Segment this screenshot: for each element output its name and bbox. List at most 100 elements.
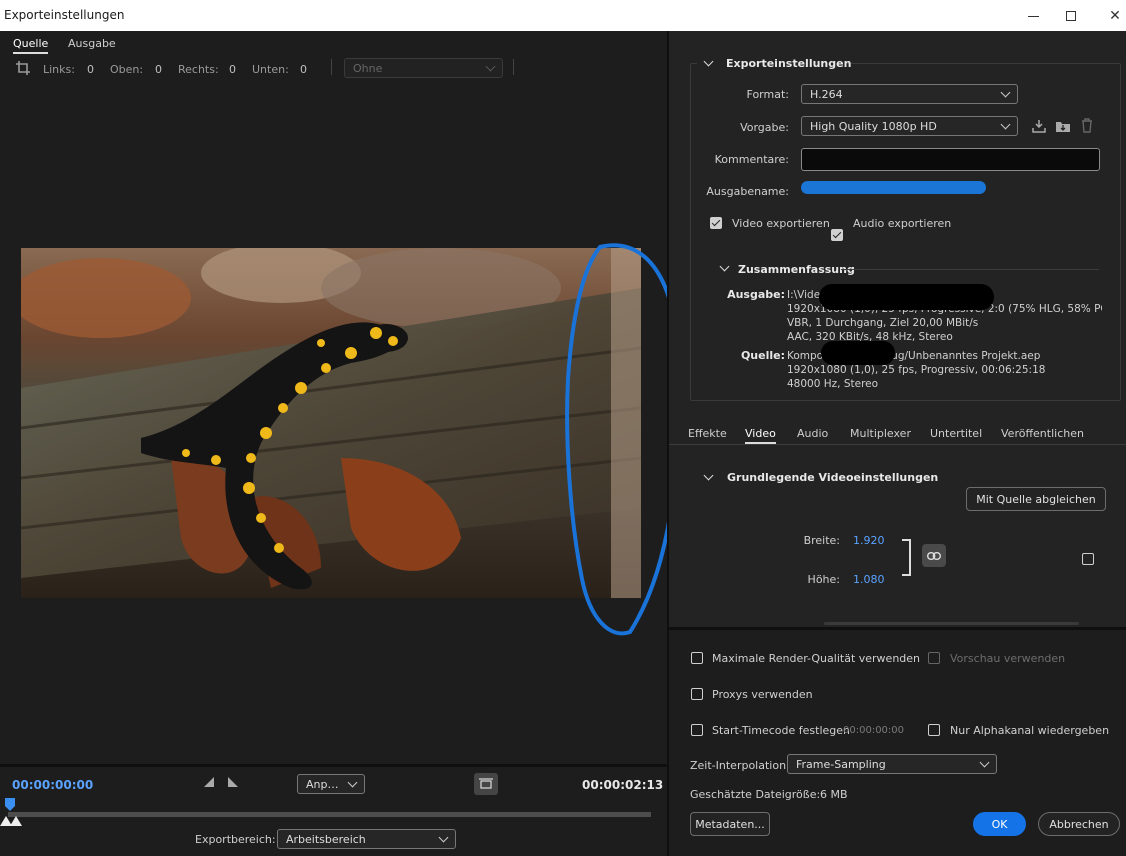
title-bar: Exporteinstellungen ✕ bbox=[0, 0, 1126, 31]
save-preset-icon[interactable] bbox=[1032, 119, 1046, 133]
tab-untertitel[interactable]: Untertitel bbox=[930, 427, 982, 440]
export-settings-header: Exporteinstellungen bbox=[726, 57, 852, 70]
maximize-button[interactable] bbox=[1048, 0, 1094, 31]
chevron-down-icon bbox=[979, 757, 990, 767]
preset-dropdown[interactable]: High Quality 1080p HD bbox=[801, 116, 1018, 136]
output-name-link[interactable] bbox=[801, 181, 986, 194]
max-render-quality-checkbox[interactable] bbox=[691, 652, 703, 664]
time-interp-label: Zeit-Interpolation: bbox=[690, 759, 790, 772]
divider bbox=[331, 59, 332, 75]
video-settings-header: Grundlegende Videoeinstellungen bbox=[727, 471, 939, 484]
max-render-quality-label: Maximale Render-Qualität verwenden bbox=[712, 652, 921, 665]
chevron-down-icon bbox=[438, 832, 449, 842]
crop-rechts-label: Rechts: bbox=[178, 63, 219, 76]
summary-source-line: 1920x1080 (1,0), 25 fps, Progressiv, 00:… bbox=[787, 364, 1046, 376]
delete-preset-icon[interactable] bbox=[1080, 118, 1094, 133]
export-range-dropdown[interactable]: Arbeitsbereich bbox=[277, 829, 456, 849]
preset-value: High Quality 1080p HD bbox=[810, 119, 937, 133]
summary-header: Zusammenfassung bbox=[738, 263, 855, 276]
crop-ratio-value: Ohne bbox=[353, 61, 383, 75]
use-proxies-checkbox[interactable] bbox=[691, 688, 703, 700]
fit-value: Anp… bbox=[306, 777, 339, 791]
export-range-value: Arbeitsbereich bbox=[286, 832, 366, 846]
divider bbox=[841, 269, 1099, 270]
export-range-label: Exportbereich: bbox=[195, 833, 276, 846]
crop-links-label: Links: bbox=[43, 63, 75, 76]
tab-audio[interactable]: Audio bbox=[797, 427, 828, 440]
ok-button[interactable]: OK bbox=[973, 812, 1026, 836]
match-source-button[interactable]: Mit Quelle abgleichen bbox=[966, 487, 1106, 511]
export-audio-label: Audio exportieren bbox=[853, 217, 952, 230]
time-interp-dropdown[interactable]: Frame-Sampling bbox=[787, 754, 997, 774]
crop-unten-value[interactable]: 0 bbox=[300, 63, 307, 76]
format-value: H.264 bbox=[810, 87, 843, 101]
mark-in-icon[interactable] bbox=[204, 777, 214, 787]
aspect-icon bbox=[479, 778, 493, 789]
crop-oben-value[interactable]: 0 bbox=[155, 63, 162, 76]
divider bbox=[669, 444, 1126, 445]
output-name-label: Ausgabename: bbox=[706, 185, 789, 198]
width-label: Breite: bbox=[803, 534, 840, 547]
chevron-down-icon[interactable] bbox=[703, 470, 714, 481]
format-label: Format: bbox=[746, 88, 789, 101]
preview-use-checkbox[interactable] bbox=[928, 652, 940, 664]
close-icon: ✕ bbox=[1109, 7, 1121, 24]
minimize-icon bbox=[1027, 16, 1039, 17]
crop-ratio-dropdown[interactable]: Ohne bbox=[344, 58, 503, 78]
start-timecode-value[interactable]: 00:00:00:00 bbox=[843, 725, 904, 736]
crop-rechts-value[interactable]: 0 bbox=[229, 63, 236, 76]
range-handles[interactable] bbox=[0, 814, 24, 828]
redaction bbox=[821, 341, 895, 365]
tab-veroeffentlichen[interactable]: Veröffentlichen bbox=[1001, 427, 1084, 440]
chevron-down-icon bbox=[1000, 119, 1011, 129]
redaction bbox=[819, 284, 994, 310]
metadata-button[interactable]: Metadaten... bbox=[690, 812, 770, 836]
format-dropdown[interactable]: H.264 bbox=[801, 84, 1018, 104]
crop-icon[interactable] bbox=[16, 61, 30, 75]
comments-input[interactable] bbox=[801, 148, 1100, 171]
chevron-down-icon bbox=[1000, 87, 1011, 97]
crop-links-value[interactable]: 0 bbox=[87, 63, 94, 76]
tab-video[interactable]: Video bbox=[745, 427, 776, 444]
tab-ausgabe[interactable]: Ausgabe bbox=[68, 37, 116, 50]
divider bbox=[0, 764, 667, 767]
est-size-value: 6 MB bbox=[820, 788, 848, 801]
preview-image bbox=[21, 248, 641, 598]
window-title: Exporteinstellungen bbox=[4, 8, 125, 22]
height-label: Höhe: bbox=[807, 573, 840, 586]
start-timecode-checkbox[interactable] bbox=[691, 724, 703, 736]
close-button[interactable]: ✕ bbox=[1092, 0, 1126, 31]
preview-use-label: Vorschau verwenden bbox=[950, 652, 1066, 665]
divider bbox=[513, 59, 514, 75]
mark-out-icon[interactable] bbox=[228, 777, 238, 787]
maximize-icon bbox=[1066, 10, 1076, 21]
height-value[interactable]: 1.080 bbox=[853, 573, 885, 586]
crop-oben-label: Oben: bbox=[110, 63, 144, 76]
resolution-checkbox[interactable] bbox=[1082, 553, 1094, 565]
start-timecode-label: Start-Timecode festlegen bbox=[712, 724, 851, 737]
tab-multiplexer[interactable]: Multiplexer bbox=[850, 427, 911, 440]
export-video-label: Video exportieren bbox=[732, 217, 830, 230]
alpha-only-checkbox[interactable] bbox=[928, 724, 940, 736]
tab-effekte[interactable]: Effekte bbox=[688, 427, 727, 440]
fit-dropdown[interactable]: Anp… bbox=[297, 774, 365, 794]
summary-source-line: 48000 Hz, Stereo bbox=[787, 378, 879, 390]
use-proxies-label: Proxys verwenden bbox=[712, 688, 813, 701]
export-audio-checkbox[interactable] bbox=[831, 229, 843, 241]
cancel-button[interactable]: Abbrechen bbox=[1038, 812, 1120, 836]
export-video-checkbox[interactable] bbox=[710, 217, 722, 229]
settings-panel: Exporteinstellungen Format: H.264 Vorgab… bbox=[669, 31, 1126, 856]
constrain-button[interactable] bbox=[922, 544, 946, 567]
summary-output-line: VBR, 1 Durchgang, Ziel 20,00 MBit/s bbox=[787, 317, 979, 329]
playhead[interactable] bbox=[4, 798, 16, 812]
chevron-down-icon bbox=[347, 777, 358, 787]
tab-quelle[interactable]: Quelle bbox=[13, 37, 49, 54]
aspect-toggle-button[interactable] bbox=[474, 773, 498, 795]
link-icon bbox=[927, 551, 941, 560]
timeline-track[interactable] bbox=[8, 812, 651, 817]
scroll-hint bbox=[824, 622, 1079, 625]
timecode-end: 00:00:02:13 bbox=[582, 778, 664, 792]
timecode-start[interactable]: 00:00:00:00 bbox=[12, 778, 93, 792]
width-value[interactable]: 1.920 bbox=[853, 534, 885, 547]
import-preset-icon[interactable] bbox=[1055, 119, 1071, 133]
